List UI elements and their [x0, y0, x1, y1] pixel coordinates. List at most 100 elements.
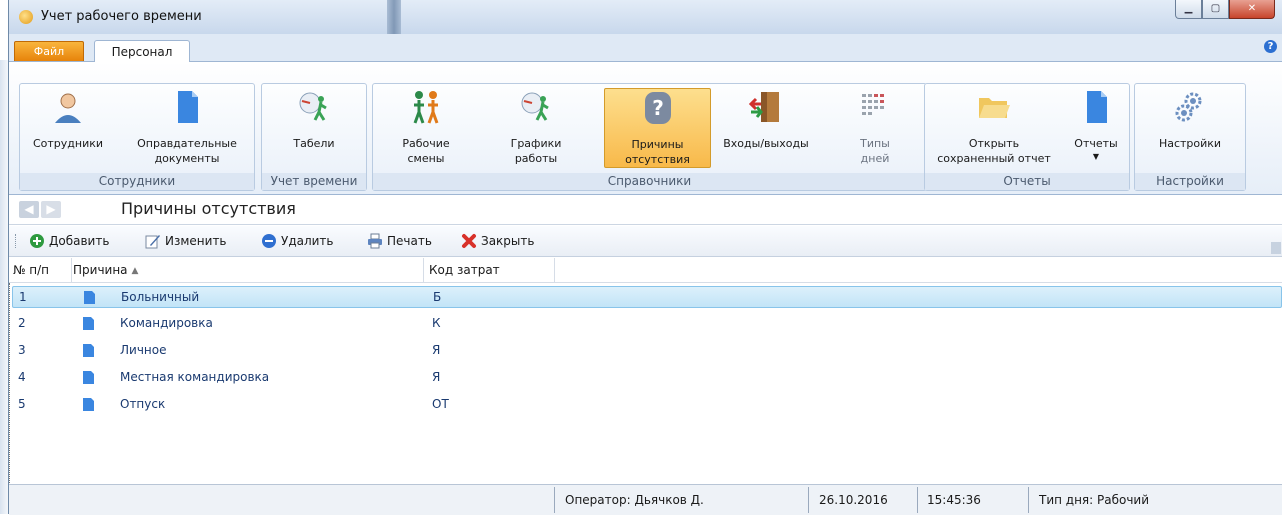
column-header-num[interactable]: № п/п — [13, 263, 49, 277]
cost-code: К — [432, 316, 441, 330]
employees-button[interactable]: Сотрудники — [22, 88, 114, 168]
status-separator — [1028, 487, 1029, 513]
ribbon: Сотрудники Оправдательные документы Сотр… — [9, 62, 1282, 195]
timesheet-icon — [299, 92, 327, 121]
svg-text:?: ? — [652, 96, 664, 120]
add-icon — [30, 234, 44, 248]
work-shifts-button[interactable]: Рабочие смены — [381, 88, 471, 168]
add-label: Добавить — [49, 234, 110, 248]
maximize-button[interactable]: ▢ — [1202, 0, 1229, 19]
close-button[interactable]: Закрыть — [461, 232, 534, 250]
table-row[interactable]: 2 Командировка К — [12, 313, 1282, 335]
cost-code: ОТ — [432, 397, 449, 411]
column-separator[interactable] — [71, 258, 72, 282]
back-arrow-icon[interactable]: ◀ — [19, 201, 39, 218]
action-toolbar: Добавить Изменить Удалить Печать Закрыть — [9, 226, 1282, 257]
column-header-reason-label: Причина — [73, 263, 128, 277]
minimize-button[interactable]: ▁ — [1175, 0, 1202, 19]
document-icon — [83, 317, 94, 330]
reason-name: Отпуск — [120, 397, 166, 411]
grid-body: 1 Больничный Б 2 Командировка К 3 Личное… — [9, 283, 1282, 483]
group-settings: Настройки Настройки — [1134, 83, 1246, 191]
shifts-icon — [413, 91, 439, 124]
group-settings-label: Настройки — [1135, 173, 1245, 190]
timesheets-button[interactable]: Табели — [266, 88, 362, 168]
toolbar-overflow-icon[interactable] — [1271, 242, 1281, 254]
row-number: 1 — [19, 290, 27, 304]
forward-arrow-icon[interactable]: ▶ — [41, 201, 61, 218]
app-logo-icon — [19, 10, 33, 24]
gears-icon — [1175, 92, 1202, 122]
absence-reasons-button[interactable]: ? Причины отсутствия — [604, 88, 711, 168]
toolbar-grip[interactable] — [15, 234, 18, 248]
reports-label: Отчеты — [1074, 137, 1118, 150]
tab-file[interactable]: Файл — [14, 41, 84, 61]
reason-name: Больничный — [121, 290, 200, 304]
close-icon — [462, 234, 476, 248]
status-date: 26.10.2016 — [819, 493, 888, 507]
print-label: Печать — [387, 234, 432, 248]
table-row[interactable]: 1 Больничный Б — [12, 286, 1282, 308]
window-title: Учет рабочего времени — [41, 9, 202, 24]
document-icon — [178, 91, 198, 123]
document-icon — [83, 344, 94, 357]
question-person-icon: ? — [644, 92, 671, 124]
help-icon[interactable]: ? — [1264, 40, 1277, 53]
row-number: 4 — [18, 370, 26, 384]
reports-dropdown-arrow-icon[interactable]: ▼ — [1065, 152, 1127, 161]
entries-exits-label: Входы/выходы — [723, 137, 809, 150]
title-bar[interactable]: Учет рабочего времени ▁ ▢ ✕ — [9, 0, 1282, 35]
day-types-button[interactable]: Типы дней — [833, 88, 917, 168]
row-number: 5 — [18, 397, 26, 411]
status-separator — [554, 487, 555, 513]
status-operator: Оператор: Дьячков Д. — [565, 493, 704, 507]
table-row[interactable]: 3 Личное Я — [12, 340, 1282, 362]
work-shifts-label: Рабочие смены — [402, 137, 450, 165]
print-button[interactable]: Печать — [367, 232, 432, 250]
status-time: 15:45:36 — [927, 493, 981, 507]
status-separator — [917, 487, 918, 513]
absence-reasons-label: Причины отсутствия — [625, 138, 690, 166]
timesheets-label: Табели — [293, 137, 335, 150]
edit-button[interactable]: Изменить — [145, 232, 227, 250]
row-number: 3 — [18, 343, 26, 357]
settings-button[interactable]: Настройки — [1139, 88, 1241, 168]
column-separator[interactable] — [423, 258, 424, 282]
work-schedules-button[interactable]: Графики работы — [491, 88, 581, 168]
delete-button[interactable]: Удалить — [261, 232, 334, 250]
title-decoration — [387, 0, 401, 34]
tab-personal[interactable]: Персонал — [94, 40, 190, 62]
document-icon — [83, 398, 94, 411]
group-time-tracking-label: Учет времени — [262, 173, 366, 190]
grid-header: № п/п Причина ▲ Код затрат — [9, 258, 1282, 283]
status-bar: Оператор: Дьячков Д. 26.10.2016 15:45:36… — [9, 484, 1282, 515]
table-row[interactable]: 4 Местная командировка Я — [12, 367, 1282, 389]
row-number: 2 — [18, 316, 26, 330]
status-day-type: Тип дня: Рабочий — [1039, 493, 1150, 507]
edit-icon — [145, 235, 160, 249]
justifying-documents-button[interactable]: Оправдательные документы — [120, 88, 254, 168]
column-header-code[interactable]: Код затрат — [429, 263, 500, 277]
reason-name: Личное — [120, 343, 167, 357]
table-row[interactable]: 5 Отпуск ОТ — [12, 394, 1282, 416]
group-reports-label: Отчеты — [925, 173, 1129, 190]
schedule-icon — [521, 92, 549, 121]
cost-code: Я — [432, 370, 441, 384]
reports-button[interactable]: Отчеты ▼ — [1065, 88, 1127, 168]
close-window-button[interactable]: ✕ — [1229, 0, 1275, 19]
column-separator[interactable] — [554, 258, 555, 282]
printer-icon — [368, 233, 382, 249]
cost-code: Б — [433, 290, 442, 304]
delete-label: Удалить — [281, 234, 334, 248]
left-window-rail — [0, 60, 8, 514]
cost-code: Я — [432, 343, 441, 357]
column-header-reason[interactable]: Причина ▲ — [73, 263, 138, 277]
open-saved-report-button[interactable]: Открыть сохраненный отчет — [927, 88, 1061, 168]
entries-exits-button[interactable]: Входы/выходы — [713, 88, 819, 168]
report-icon — [1087, 91, 1107, 123]
group-directories: Рабочие смены Графики работы ? Причины о… — [372, 83, 927, 191]
add-button[interactable]: Добавить — [29, 232, 109, 250]
employee-icon — [55, 93, 81, 123]
reason-name: Командировка — [120, 316, 213, 330]
page-title: Причины отсутствия — [121, 199, 296, 218]
